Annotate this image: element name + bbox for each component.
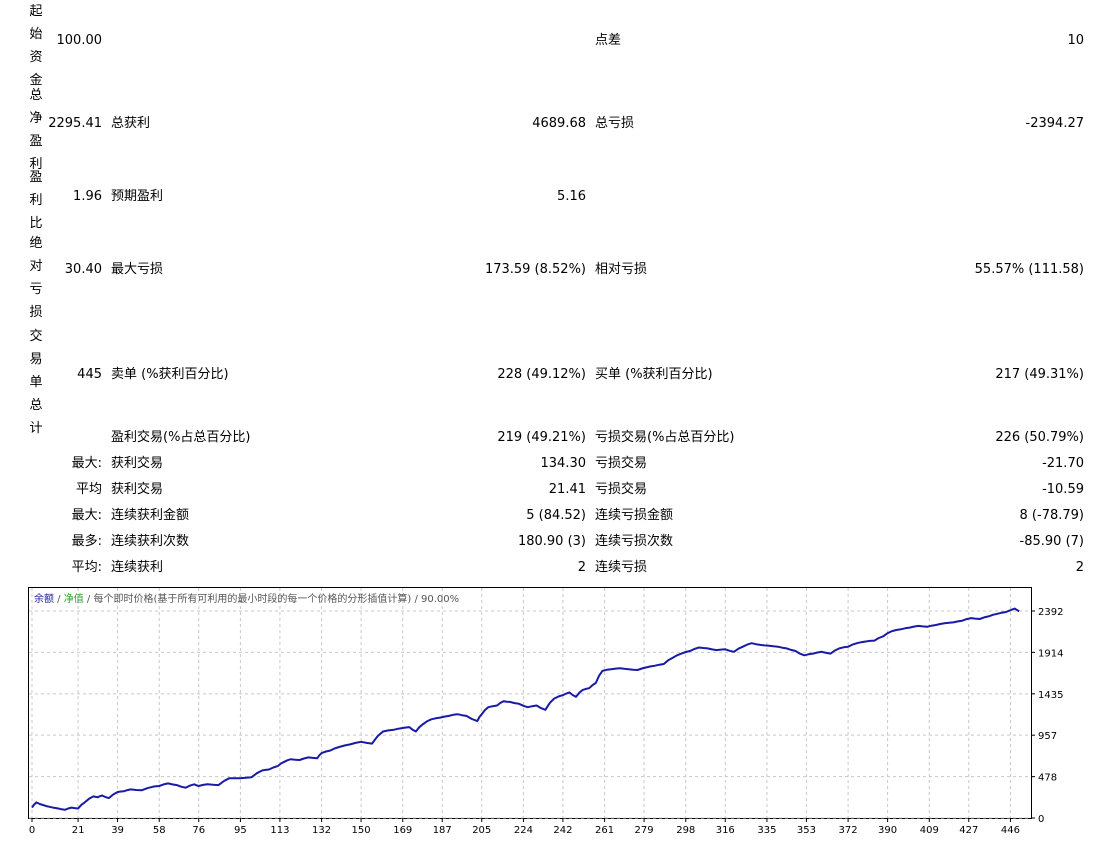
- legend-equity: 净值: [64, 592, 84, 605]
- max-consecutive-wins-value: 5 (84.52): [526, 508, 586, 523]
- x-tick-label: 261: [595, 825, 614, 836]
- x-tick-label: 409: [920, 825, 939, 836]
- loss-trades-label: 亏损交易(%占总百分比): [595, 430, 735, 445]
- max-consecutive-loss-label: 连续亏损次数: [595, 534, 674, 549]
- max-consecutive-prefix: 最大:: [71, 508, 102, 523]
- max-consecutive-amount-prefix: 最多:: [71, 534, 102, 549]
- avg-consecutive-losses-label: 连续亏损: [595, 560, 648, 575]
- average-profit-label: 获利交易: [111, 482, 164, 497]
- profit-trades-label: 盈利交易(%占总百分比): [111, 430, 251, 445]
- spread-value: 10: [1067, 33, 1084, 48]
- profit-trades-value: 219 (49.21%): [497, 430, 586, 445]
- short-positions-label: 卖单 (%获利百分比): [111, 367, 229, 382]
- largest-profit-value: 134.30: [540, 456, 587, 471]
- balance-chart-svg: 0 21 39 58 76 95 113 132 150 169 187 205 224 242 261 27…: [28, 587, 1063, 836]
- long-positions-value: 217 (49.31%): [995, 367, 1084, 382]
- initial-deposit-value: 100.00: [56, 33, 103, 48]
- max-consecutive-profit-label: 连续获利次数: [111, 534, 190, 549]
- largest-profit-label: 获利交易: [111, 456, 164, 471]
- y-tick-label: 478: [1038, 773, 1057, 784]
- y-axis: 0 478 957 1435 1914 2392: [1031, 607, 1063, 825]
- x-tick-label: 335: [757, 825, 776, 836]
- chart-legend: 余额 / 净值 / 每个即时价格(基于所有可利用的最小时段的每一个价格的分形插值…: [34, 592, 459, 605]
- max-consecutive-profit-value: 180.90 (3): [517, 534, 586, 549]
- average-loss-label: 亏损交易: [595, 482, 648, 497]
- avg-consecutive-losses-value: 2: [1075, 560, 1084, 575]
- absolute-drawdown-value: 30.40: [64, 262, 102, 277]
- x-tick-label: 39: [111, 825, 124, 836]
- legend-model: 每个即时价格(基于所有可利用的最小时段的每一个价格的分形插值计算): [93, 592, 411, 605]
- largest-loss-value: -21.70: [1042, 456, 1084, 471]
- largest-loss-label: 亏损交易: [595, 456, 648, 471]
- x-tick-label: 279: [635, 825, 654, 836]
- loss-trades-value: 226 (50.79%): [995, 430, 1084, 445]
- y-tick-label: 0: [1038, 814, 1044, 825]
- gross-profit-value: 4689.68: [532, 116, 586, 131]
- x-tick-label: 76: [192, 825, 205, 836]
- y-tick-label: 1914: [1038, 648, 1063, 659]
- relative-drawdown-value: 55.57% (111.58): [974, 262, 1084, 277]
- y-tick-label: 957: [1038, 731, 1057, 742]
- x-tick-label: 58: [153, 825, 166, 836]
- x-tick-label: 187: [433, 825, 452, 836]
- x-tick-label: 113: [270, 825, 289, 836]
- avg-consecutive-wins-label: 连续获利: [111, 560, 164, 575]
- average-profit-value: 21.41: [548, 482, 586, 497]
- x-tick-label: 353: [797, 825, 816, 836]
- x-tick-label: 0: [29, 825, 35, 836]
- x-tick-label: 242: [553, 825, 572, 836]
- max-consecutive-losses-value: 8 (-78.79): [1019, 508, 1084, 523]
- max-drawdown-label: 最大亏损: [111, 262, 164, 277]
- balance-chart: 0 21 39 58 76 95 113 132 150 169 187 205 224 242 261 27…: [28, 587, 1098, 841]
- x-axis: 0 21 39 58 76 95 113 132 150 169 187 205 224 242 261 27…: [29, 818, 1020, 836]
- max-drawdown-value: 173.59 (8.52%): [484, 262, 586, 277]
- legend-separator: /: [54, 594, 64, 605]
- legend-balance: 余额: [34, 592, 54, 605]
- x-tick-label: 316: [716, 825, 735, 836]
- x-tick-label: 21: [72, 825, 85, 836]
- gross-loss-label: 总亏损: [595, 116, 635, 131]
- x-tick-label: 205: [472, 825, 491, 836]
- short-positions-value: 228 (49.12%): [497, 367, 586, 382]
- largest-prefix: 最大:: [71, 456, 102, 471]
- y-tick-label: 2392: [1038, 607, 1063, 618]
- profit-factor-value: 1.96: [73, 189, 102, 204]
- max-consecutive-wins-label: 连续获利金额: [111, 508, 190, 523]
- legend-separator: /: [84, 594, 94, 605]
- x-tick-label: 298: [676, 825, 695, 836]
- average-loss-value: -10.59: [1042, 482, 1084, 497]
- legend-separator: /: [411, 594, 421, 605]
- gross-loss-value: -2394.27: [1025, 116, 1084, 131]
- expected-payoff-label: 预期盈利: [111, 189, 164, 204]
- net-profit-value: 2295.41: [48, 116, 102, 131]
- x-tick-label: 132: [312, 825, 331, 836]
- average-prefix: 平均: [75, 482, 102, 497]
- x-tick-label: 427: [959, 825, 978, 836]
- plot-frame: [28, 587, 1032, 819]
- total-trades-value: 445: [77, 367, 102, 382]
- absolute-drawdown-label: 绝对亏损: [29, 236, 43, 320]
- x-tick-label: 224: [514, 825, 533, 836]
- long-positions-label: 买单 (%获利百分比): [595, 367, 713, 382]
- x-tick-label: 169: [393, 825, 412, 836]
- y-tick-label: 1435: [1038, 690, 1063, 701]
- avg-consecutive-wins-value: 2: [577, 560, 586, 575]
- x-tick-label: 95: [234, 825, 247, 836]
- x-tick-label: 390: [878, 825, 897, 836]
- legend-quality: 90.00%: [421, 594, 459, 605]
- max-consecutive-losses-label: 连续亏损金额: [595, 508, 674, 523]
- avg-consecutive-prefix: 平均:: [71, 560, 102, 575]
- x-tick-label: 150: [352, 825, 371, 836]
- max-consecutive-loss-value: -85.90 (7): [1019, 534, 1084, 549]
- gross-profit-label: 总获利: [111, 116, 151, 131]
- x-tick-label: 372: [839, 825, 858, 836]
- expected-payoff-value: 5.16: [557, 189, 586, 204]
- relative-drawdown-label: 相对亏损: [595, 262, 648, 277]
- x-tick-label: 446: [1001, 825, 1020, 836]
- spread-label: 点差: [595, 33, 622, 48]
